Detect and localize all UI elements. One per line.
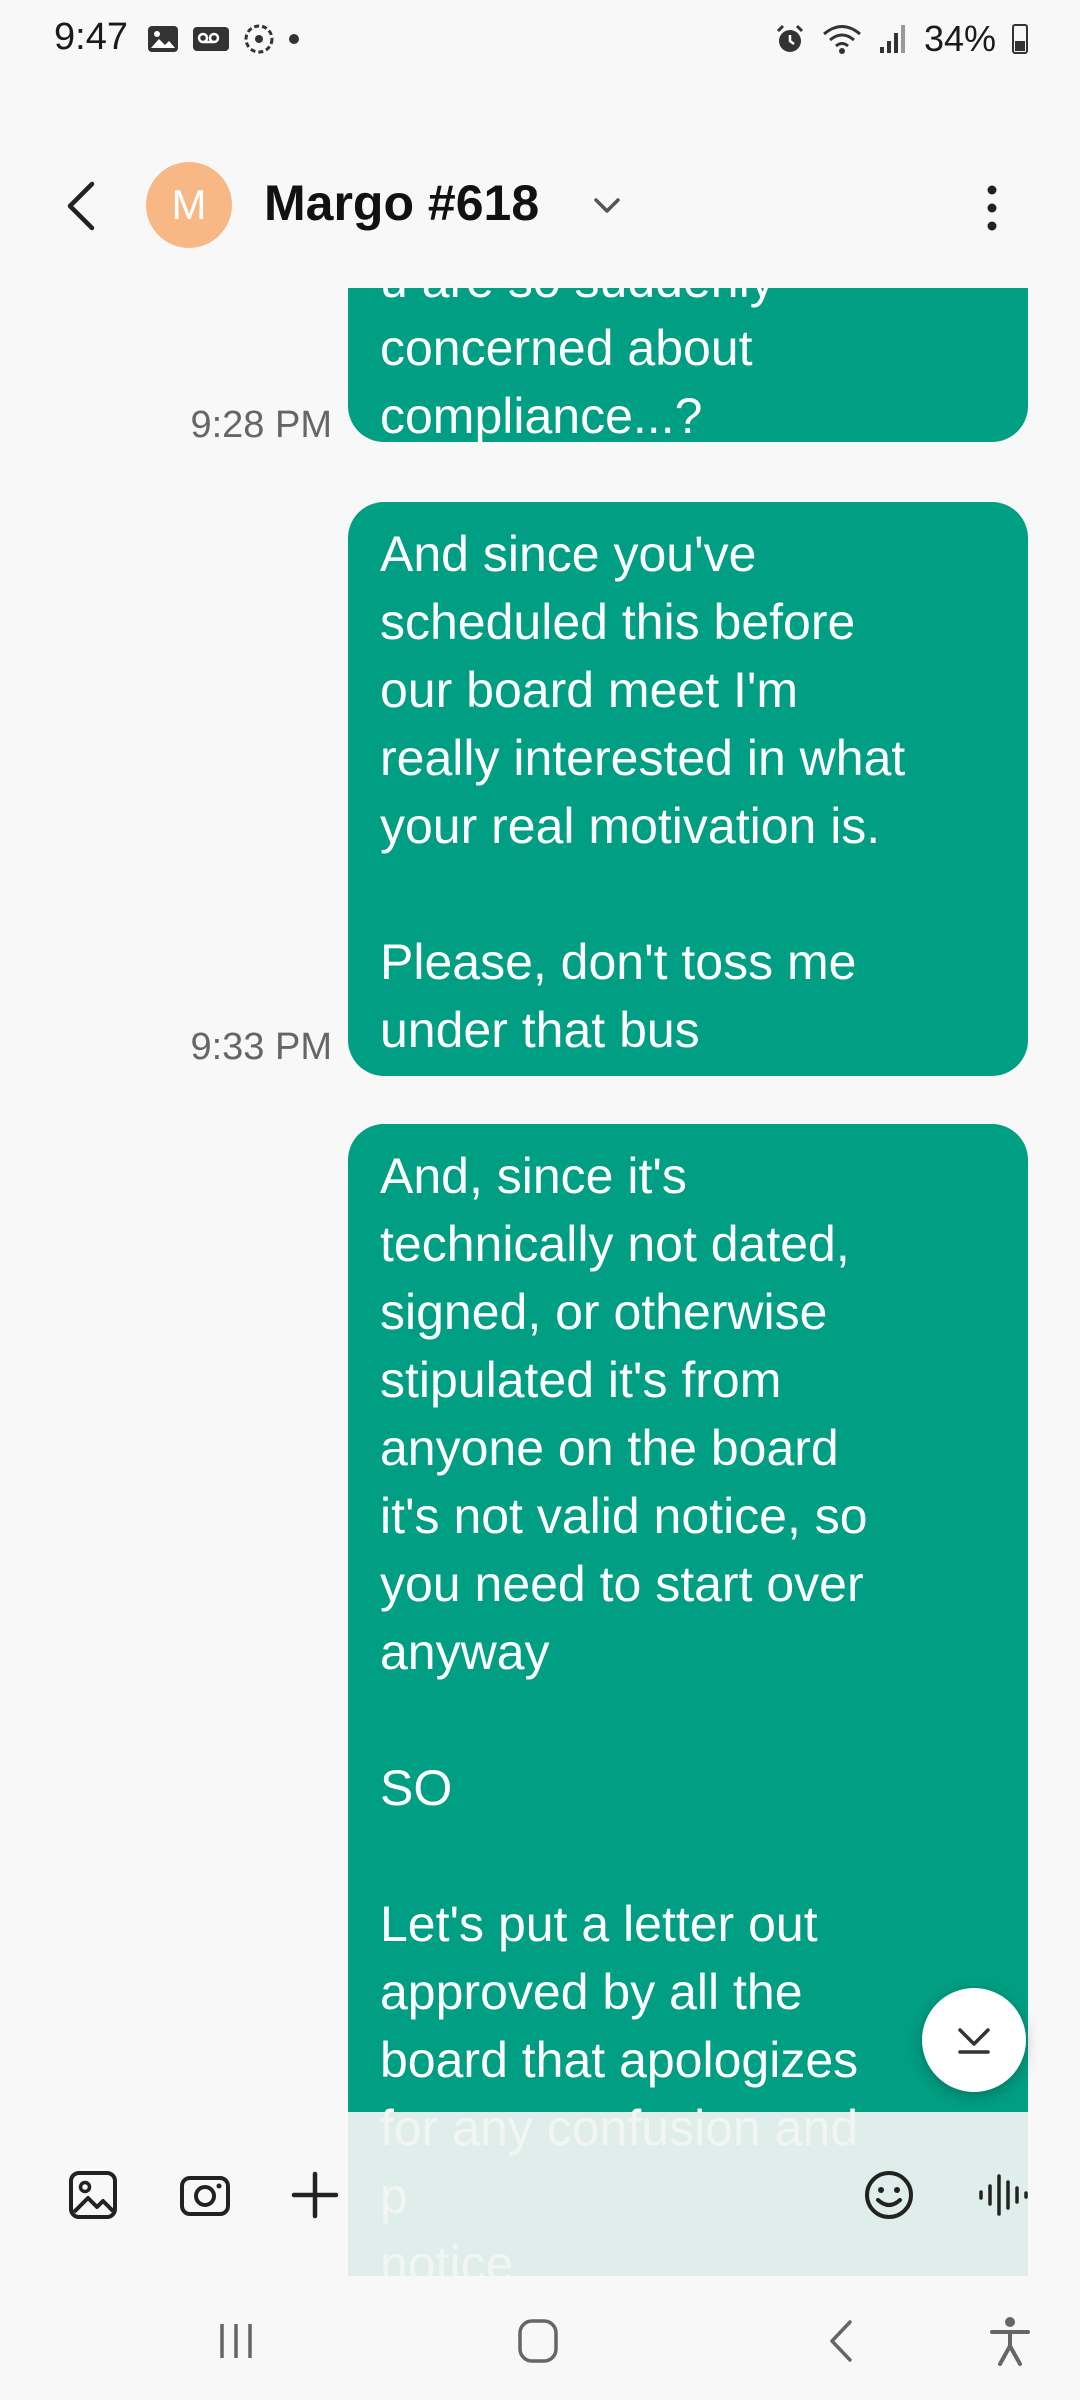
conversation[interactable]: u are so suddenly concerned about compli… (0, 288, 1080, 2276)
gallery-attach-icon[interactable] (66, 2168, 120, 2222)
camera-icon[interactable] (178, 2168, 232, 2222)
add-icon[interactable] (288, 2168, 342, 2222)
voicemail-icon (193, 27, 229, 51)
home-icon[interactable] (508, 2316, 568, 2366)
status-bar: 9:47 34% (0, 0, 1080, 80)
avatar[interactable]: M (146, 162, 232, 248)
recent-apps-icon[interactable] (206, 2316, 266, 2366)
status-time: 9:47 (54, 16, 128, 58)
signal-icon (879, 25, 905, 53)
wifi-icon (822, 25, 861, 54)
contact-name[interactable]: Margo #618 (264, 174, 539, 232)
dot-icon (289, 34, 299, 44)
conversation-header: M Margo #618 (0, 80, 1080, 288)
alarm-icon (776, 24, 803, 52)
message-bubble[interactable]: u are so suddenly concerned about compli… (348, 288, 1028, 444)
compose-bar (0, 2112, 1080, 2276)
system-nav-bar (0, 2276, 1080, 2400)
message-input[interactable] (348, 2112, 1028, 2276)
back-icon[interactable] (56, 176, 112, 236)
scroll-to-bottom-button[interactable] (922, 1988, 1026, 2092)
battery-percent: 34% (923, 18, 996, 59)
scroll-down-icon (958, 2028, 990, 2054)
battery-icon (1012, 24, 1028, 54)
voice-record-icon[interactable] (976, 2168, 1030, 2222)
message-time: 9:28 PM (190, 404, 332, 446)
status-icons-right: 34% (774, 18, 1028, 60)
chevron-down-icon[interactable] (590, 190, 624, 220)
emoji-icon[interactable] (862, 2168, 916, 2222)
sync-icon (244, 24, 274, 54)
gallery-icon (148, 26, 178, 52)
nav-back-icon[interactable] (812, 2316, 872, 2366)
status-icons-left (146, 22, 300, 56)
message-time: 9:33 PM (190, 1026, 332, 1068)
more-options-icon[interactable] (968, 180, 1016, 236)
message-bubble[interactable]: And since you've scheduled this before o… (348, 502, 1028, 1076)
message-bubble[interactable]: And, since it's technically not dated, s… (348, 1124, 1028, 2276)
accessibility-icon[interactable] (980, 2316, 1040, 2366)
